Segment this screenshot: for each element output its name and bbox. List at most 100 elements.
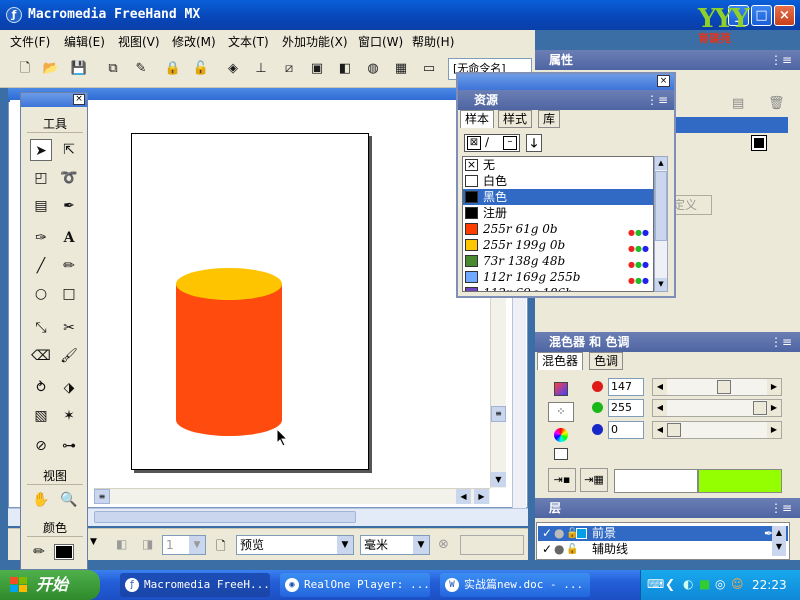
document-horizontal-scrollbar[interactable]: ≡ ◀ ▶ <box>94 488 490 504</box>
blue-slider-thumb[interactable] <box>667 423 681 437</box>
menu-modify[interactable]: 修改(M) <box>172 33 216 50</box>
swatch-row[interactable]: 112r 169g 255b ●●● <box>463 269 653 285</box>
next-page-icon[interactable]: ◨ <box>142 537 153 551</box>
vertical-scroll-thumb[interactable]: ≡ <box>491 406 506 422</box>
swatch-row[interactable]: 黑色 <box>463 189 653 205</box>
properties-color-chip[interactable] <box>751 135 767 151</box>
menu-file[interactable]: 文件(F) <box>10 33 50 50</box>
tab-tints[interactable]: 色调 <box>589 352 624 370</box>
pencil-tool-icon[interactable]: ✏ <box>58 255 80 277</box>
pointer-tool-icon[interactable]: ➤ <box>30 139 52 161</box>
menu-window[interactable]: 窗口(W) <box>358 33 403 50</box>
system-color-icon[interactable] <box>554 448 568 460</box>
cmyk-mode-icon[interactable] <box>554 382 568 396</box>
properties-trash-icon[interactable]: 🗑 <box>768 96 785 111</box>
text-tool-icon[interactable]: A <box>58 227 80 249</box>
page-number-select[interactable]: 1 ▼ <box>162 535 206 555</box>
eraser-tool-icon[interactable]: ⌫ <box>30 345 52 367</box>
swatch-row[interactable]: 255r 199g 0b ●●● <box>463 237 653 253</box>
knife-tool-icon[interactable]: ✂ <box>58 317 80 339</box>
layers-icon[interactable]: ◧ <box>336 60 354 78</box>
zoom-tool-icon[interactable]: 🔍 <box>58 489 80 511</box>
stroke-mode-icon[interactable]: ∕ <box>485 135 489 149</box>
layer-color-chip[interactable] <box>576 528 587 539</box>
scale-tool-icon[interactable]: ⤡ <box>30 317 52 339</box>
import-icon[interactable]: ⧉ <box>104 60 122 78</box>
both-mode-icon[interactable]: – <box>503 136 517 150</box>
menu-help[interactable]: 帮助(H) <box>412 33 454 50</box>
layer-dot-icon[interactable]: ● <box>554 526 564 541</box>
swatch-row[interactable]: ⨯ 无 <box>463 157 653 173</box>
layer-dot-icon[interactable]: ● <box>554 542 564 557</box>
green-tray-icon[interactable]: ■ <box>699 577 710 591</box>
task-realone[interactable]: ◉ RealOne Player: ... <box>280 573 430 597</box>
red-slider[interactable]: ◀ ▶ <box>652 378 782 396</box>
add-to-styles-icon[interactable]: ⇥▦ <box>580 468 608 492</box>
layer-visible-check-icon[interactable]: ✓ <box>542 526 552 541</box>
green-slider[interactable]: ◀ ▶ <box>652 399 782 417</box>
swatch-scroll-thumb[interactable] <box>655 171 667 241</box>
collapse-tray-icon[interactable]: ❮ <box>665 577 675 591</box>
assets-panel-header[interactable]: 资源 ⋮≡ <box>458 90 674 110</box>
graphic-hose-icon[interactable]: ✶ <box>58 405 80 427</box>
tools-palette-close-button[interactable]: × <box>73 94 85 105</box>
blue-value-field[interactable]: 0 <box>608 421 644 439</box>
red-value-field[interactable]: 147 <box>608 378 644 396</box>
hand-tool-icon[interactable]: ✋ <box>30 489 52 511</box>
start-button[interactable]: 开始 <box>0 570 100 600</box>
unlock-icon[interactable]: 🔓 <box>192 60 210 78</box>
original-color-well[interactable] <box>614 469 698 493</box>
properties-define-button[interactable]: 定义 <box>672 195 712 215</box>
cancel-render-icon[interactable]: ⊗ <box>438 537 449 552</box>
keyboard-tray-icon[interactable]: ⌨ <box>647 577 664 591</box>
menu-view[interactable]: 视图(V) <box>118 33 160 50</box>
swatch-list-scrollbar[interactable]: ▲ ▼ <box>654 156 668 292</box>
cylinder-body[interactable] <box>176 284 282 436</box>
properties-panel-header[interactable]: 属性 ⋮≡ <box>535 50 800 70</box>
swatch-row[interactable]: 112r 69g 186b ●●● <box>463 285 653 291</box>
subselect-tool-icon[interactable]: ⇱ <box>58 139 80 161</box>
layer-name[interactable]: 前景 <box>592 526 616 541</box>
trace-tool-icon[interactable]: ▤ <box>30 195 52 217</box>
lasso-tool-icon[interactable]: ➰ <box>58 167 80 189</box>
assets-panel-close-button[interactable]: × <box>657 75 670 87</box>
menu-xtras[interactable]: 外加功能(X) <box>282 33 348 50</box>
blend-tool-icon[interactable]: ⥁ <box>30 377 52 399</box>
tab-styles[interactable]: 样式 <box>498 110 533 128</box>
brush-tool-icon[interactable]: 🖌 <box>58 345 80 367</box>
export-icon[interactable]: ✎ <box>132 60 150 78</box>
layer-row-guides[interactable]: ✓ ● 🔓 辅助线 <box>538 542 788 557</box>
rectangle-tool-icon[interactable]: □ <box>58 283 80 305</box>
link-tool-icon[interactable]: ⊶ <box>58 435 80 457</box>
add-to-swatches-icon[interactable]: ⇥▪ <box>548 468 576 492</box>
tab-library[interactable]: 库 <box>538 110 561 128</box>
green-slider-thumb[interactable] <box>753 401 767 415</box>
open-file-icon[interactable]: 📂 <box>42 60 60 78</box>
prev-page-icon[interactable]: ◧ <box>116 537 127 551</box>
horizontal-scroll-thumb[interactable]: ≡ <box>94 489 110 504</box>
swatch-row[interactable]: 73r 138g 48b ●●● <box>463 253 653 269</box>
layers-scrollbar[interactable]: ▲ ▼ <box>772 526 786 556</box>
cylinder-drawing[interactable] <box>170 262 290 442</box>
menu-edit[interactable]: 编辑(E) <box>64 33 105 50</box>
lock-icon[interactable]: 🔒 <box>164 60 182 78</box>
green-value-field[interactable]: 255 <box>608 399 644 417</box>
assets-panel-titlebar[interactable]: × <box>458 74 674 90</box>
close-button[interactable]: × <box>774 5 795 26</box>
mixer-options-icon[interactable]: ⋮≡ <box>770 332 792 352</box>
eyedropper-tool-icon[interactable]: ✒ <box>58 195 80 217</box>
group-icon[interactable]: ◈ <box>224 60 242 78</box>
layer-visible-check-icon[interactable]: ✓ <box>542 542 552 557</box>
swatch-row[interactable]: 255r 61g 0b ●●● <box>463 221 653 237</box>
red-slider-thumb[interactable] <box>717 380 731 394</box>
page-tool-icon[interactable]: ◰ <box>30 167 52 189</box>
swatch-arrow-icon[interactable]: 🡓 <box>526 134 542 152</box>
view-mode-select[interactable]: 预览 ▼ <box>236 535 354 555</box>
transform-icon[interactable]: ⧄ <box>280 60 298 78</box>
ellipse-tool-icon[interactable]: ○ <box>30 283 52 305</box>
layer-name[interactable]: 辅助线 <box>592 542 628 557</box>
tab-swatches[interactable]: 样本 <box>460 110 495 128</box>
network-tray-icon[interactable]: ◐ <box>683 577 693 591</box>
layer-lock-icon[interactable]: 🔓 <box>566 542 578 557</box>
freehand-app-icon[interactable]: ƒ <box>6 7 22 23</box>
